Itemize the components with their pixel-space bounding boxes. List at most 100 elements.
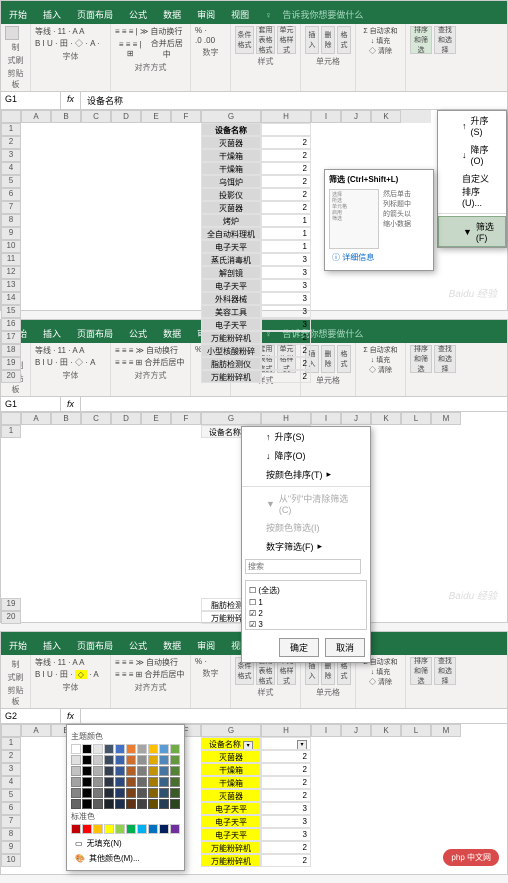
filter-checklist[interactable]: ☐ (全选) ☐ 1 ☑ 2 ☑ 3 (245, 580, 367, 630)
color-swatch[interactable] (104, 755, 114, 765)
data-cell[interactable]: 电子天平 (201, 240, 261, 253)
color-swatch[interactable] (137, 824, 147, 834)
sort-desc-item[interactable]: ↓ 降序(O) (438, 140, 506, 169)
name-box[interactable]: G1 (1, 92, 61, 109)
data-cell[interactable]: 干燥箱 (201, 162, 261, 175)
number-filter[interactable]: 数字筛选(F) ▸ (242, 537, 370, 556)
sort-color[interactable]: 按颜色排序(T) ▸ (242, 465, 370, 484)
color-swatch[interactable] (148, 799, 158, 809)
data-cell[interactable]: 万能粉碎机 (201, 331, 261, 344)
color-swatch[interactable] (126, 766, 136, 776)
color-swatch[interactable] (93, 766, 103, 776)
color-swatch[interactable] (148, 744, 158, 754)
tab-data[interactable]: 数据 (155, 5, 189, 24)
color-swatch[interactable] (115, 788, 125, 798)
data-cell[interactable]: 3 (261, 292, 311, 305)
sort-asc[interactable]: ↑ 升序(S) (242, 427, 370, 446)
color-swatch[interactable] (93, 744, 103, 754)
color-swatch[interactable] (115, 799, 125, 809)
more-colors[interactable]: 🎨 其他颜色(M)... (71, 851, 180, 866)
data-cell[interactable]: 2 (261, 344, 311, 357)
cond-format-button[interactable]: 条件格式 (235, 26, 254, 54)
color-swatch[interactable] (104, 777, 114, 787)
color-swatch[interactable] (82, 799, 92, 809)
data-cell[interactable]: 2 (261, 136, 311, 149)
color-swatch[interactable] (126, 799, 136, 809)
color-swatch[interactable] (170, 788, 180, 798)
color-swatch[interactable] (71, 788, 81, 798)
color-swatch[interactable] (148, 755, 158, 765)
data-cell[interactable]: 灭菌器 (201, 136, 261, 149)
data-cell[interactable]: 灭菌器 (201, 789, 261, 802)
insert-cell-button[interactable]: 插入 (305, 26, 319, 54)
data-cell[interactable]: 灭菌器 (201, 201, 261, 214)
data-cell[interactable]: 全自动料理机 (201, 227, 261, 240)
tab-insert[interactable]: 插入 (35, 5, 69, 24)
color-swatch[interactable] (170, 755, 180, 765)
color-swatch[interactable] (104, 799, 114, 809)
color-swatch[interactable] (170, 824, 180, 834)
data-cell[interactable]: 2 (261, 201, 311, 214)
color-swatch[interactable] (137, 788, 147, 798)
data-cell[interactable]: 电子天平 (201, 318, 261, 331)
color-swatch[interactable] (126, 824, 136, 834)
color-swatch[interactable] (104, 824, 114, 834)
table-format-button[interactable]: 套用表格格式 (256, 26, 275, 54)
color-swatch[interactable] (104, 744, 114, 754)
color-swatch[interactable] (148, 777, 158, 787)
data-cell[interactable]: 投影仪 (201, 188, 261, 201)
color-swatch[interactable] (159, 744, 169, 754)
color-swatch[interactable] (159, 755, 169, 765)
data-cell[interactable]: 3 (261, 305, 311, 318)
color-swatch[interactable] (82, 744, 92, 754)
cell-styles-button[interactable]: 单元格样式 (277, 26, 296, 54)
color-swatch[interactable] (137, 744, 147, 754)
color-swatch[interactable] (104, 766, 114, 776)
color-swatch[interactable] (148, 824, 158, 834)
ok-button[interactable]: 确定 (279, 638, 319, 657)
color-swatch[interactable] (170, 799, 180, 809)
color-swatch[interactable] (126, 788, 136, 798)
data-cell[interactable]: 1 (261, 214, 311, 227)
data-cell[interactable]: 电子天平 (201, 802, 261, 815)
tab-review[interactable]: 审阅 (189, 5, 223, 24)
color-swatch[interactable] (71, 755, 81, 765)
no-fill[interactable]: ▭ 无填充(N) (71, 836, 180, 851)
color-swatch[interactable] (82, 788, 92, 798)
sort-filter-button[interactable]: 排序和筛选 (410, 26, 432, 54)
sort-desc[interactable]: ↓ 降序(O) (242, 446, 370, 465)
data-cell[interactable]: 2 (261, 188, 311, 201)
tell-me[interactable]: ♀ 告诉我你想要做什么 (257, 5, 379, 24)
color-swatch[interactable] (137, 777, 147, 787)
color-swatch[interactable] (93, 824, 103, 834)
data-cell[interactable]: 2 (261, 162, 311, 175)
formula-value[interactable]: 设备名称 (81, 92, 507, 109)
color-swatch[interactable] (159, 766, 169, 776)
color-swatch[interactable] (137, 755, 147, 765)
data-cell[interactable]: 3 (261, 279, 311, 292)
data-cell[interactable]: 2 (261, 854, 311, 867)
tab-view[interactable]: 视图 (223, 5, 257, 24)
color-swatch[interactable] (93, 799, 103, 809)
data-cell[interactable]: 2 (261, 331, 311, 344)
data-cell[interactable]: 3 (261, 802, 311, 815)
color-swatch[interactable] (126, 755, 136, 765)
data-cell[interactable]: 2 (261, 841, 311, 854)
color-swatch[interactable] (93, 755, 103, 765)
color-swatch[interactable] (126, 777, 136, 787)
data-cell[interactable]: 2 (261, 750, 311, 763)
data-cell[interactable]: 万能粉碎机 (201, 370, 261, 383)
color-swatch[interactable] (115, 755, 125, 765)
data-cell[interactable]: 3 (261, 253, 311, 266)
data-cell[interactable]: 美容工具 (201, 305, 261, 318)
data-cell[interactable]: 2 (261, 175, 311, 188)
data-cell[interactable]: 1 (261, 240, 311, 253)
header-cell[interactable]: 设备名称 (201, 123, 261, 136)
color-swatch[interactable] (93, 777, 103, 787)
data-cell[interactable]: 3 (261, 318, 311, 331)
data-cell[interactable]: 2 (261, 763, 311, 776)
data-cell[interactable]: 万能粉碎机 (201, 854, 261, 867)
color-swatch[interactable] (159, 824, 169, 834)
color-swatch[interactable] (71, 799, 81, 809)
filter-search[interactable] (245, 559, 361, 574)
